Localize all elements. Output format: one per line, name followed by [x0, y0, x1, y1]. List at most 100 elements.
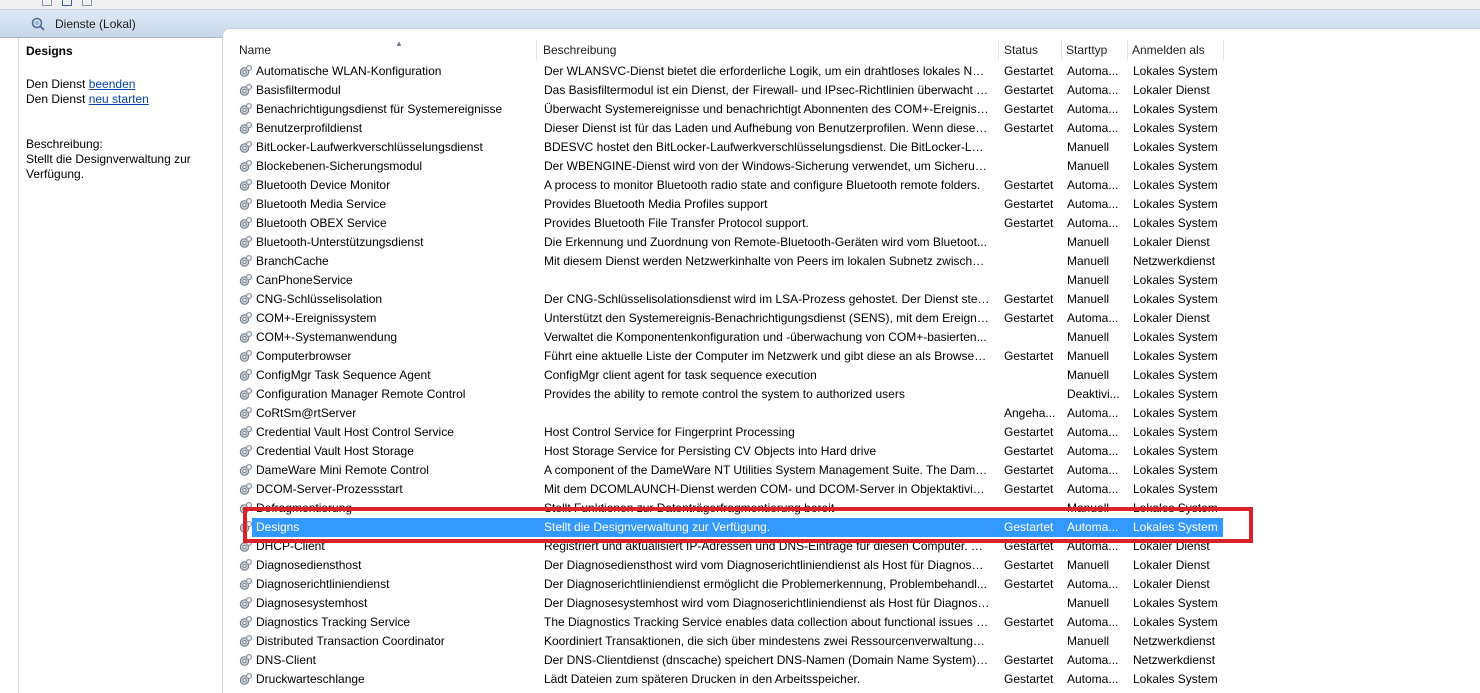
service-startup-type: Automa... — [1067, 102, 1119, 116]
column-header-logon-label: Anmelden als — [1132, 43, 1205, 57]
table-row[interactable]: DHCP-Client Registriert und aktualisiert … — [235, 537, 1480, 556]
service-gear-icon — [239, 502, 252, 514]
column-header-name[interactable]: Name ▲ — [235, 40, 537, 60]
stop-service-line: Den Dienst beenden — [26, 77, 135, 91]
service-name: ConfigMgr Task Sequence Agent — [256, 368, 431, 382]
service-logon: Lokaler Dienst — [1133, 235, 1210, 249]
table-row[interactable]: Credential Vault Host Storage Host Storag… — [235, 442, 1480, 461]
services-table-body: Automatische WLAN-Konfiguration Der WLANS… — [235, 62, 1480, 689]
table-row[interactable]: Distributed Transaction Coordinator Koord… — [235, 632, 1480, 651]
service-startup-type: Manuell — [1067, 254, 1110, 268]
service-name: Configuration Manager Remote Control — [256, 387, 466, 401]
table-row[interactable]: Bluetooth Media Service Provides Bluetoot… — [235, 195, 1480, 214]
table-row[interactable]: Bluetooth Device Monitor A process to mon… — [235, 176, 1480, 195]
table-row[interactable]: Druckwarteschlange Lädt Dateien zum späte… — [235, 670, 1480, 689]
table-row[interactable]: Basisfiltermodul Das Basisfiltermodul ist… — [235, 81, 1480, 100]
sort-ascending-icon: ▲ — [395, 40, 403, 48]
table-row[interactable]: DameWare Mini Remote Control A component … — [235, 461, 1480, 480]
table-row[interactable]: COM+-Ereignissystem Unterstützt den Syste… — [235, 309, 1480, 328]
service-description-cell: Der Diagnoserichtliniendienst ermöglicht… — [544, 577, 987, 591]
column-header-logon[interactable]: Anmelden als — [1128, 40, 1224, 60]
column-header-startup-type[interactable]: Starttyp — [1062, 40, 1128, 60]
service-description-cell: Die Erkennung und Zuordnung von Remote-B… — [544, 235, 987, 249]
service-logon: Lokales System — [1133, 520, 1218, 534]
service-startup-type: Automa... — [1067, 121, 1119, 135]
table-row[interactable]: ConfigMgr Task Sequence Agent ConfigMgr c… — [235, 366, 1480, 385]
table-row[interactable]: Blockebenen-Sicherungsmodul Der WBENGINE-… — [235, 157, 1480, 176]
table-row[interactable]: Bluetooth OBEX Service Provides Bluetooth… — [235, 214, 1480, 233]
services-list-panel: Name ▲ Beschreibung Status Starttyp Anme… — [222, 28, 1480, 693]
service-description-cell: The Diagnostics Tracking Service enables… — [544, 615, 990, 629]
service-logon: Lokaler Dienst — [1133, 83, 1210, 97]
service-description-cell: Der CNG-Schlüsselisolationsdienst wird i… — [544, 292, 990, 306]
service-name: CanPhoneService — [256, 273, 353, 287]
table-row[interactable]: Designs Stellt die Designverwaltung zur V… — [235, 518, 1480, 537]
service-logon: Lokales System — [1133, 444, 1218, 458]
service-logon: Lokales System — [1133, 330, 1218, 344]
extended-details-panel: Designs Den Dienst beenden Den Dienst ne… — [18, 38, 220, 693]
service-gear-icon — [239, 616, 252, 628]
service-name: BitLocker-Laufwerkverschlüsselungsdienst — [256, 140, 483, 154]
service-name: Druckwarteschlange — [256, 672, 365, 686]
table-row[interactable]: BitLocker-Laufwerkverschlüsselungsdienst… — [235, 138, 1480, 157]
table-row[interactable]: Benutzerprofildienst Dieser Dienst ist fü… — [235, 119, 1480, 138]
table-row[interactable]: Benachrichtigungsdienst für Systemereign… — [235, 100, 1480, 119]
services-header-title: Dienste (Lokal) — [55, 17, 136, 31]
toolbar-button-icon[interactable] — [62, 0, 72, 6]
service-startup-type: Automa... — [1067, 520, 1119, 534]
service-name: Diagnostics Tracking Service — [256, 615, 411, 629]
service-name: Bluetooth Media Service — [256, 197, 387, 211]
restart-service-link[interactable]: neu starten — [89, 92, 149, 106]
service-logon: Lokales System — [1133, 197, 1218, 211]
service-startup-type: Automa... — [1067, 482, 1119, 496]
table-row[interactable]: CanPhoneService Manuell Lokales System — [235, 271, 1480, 290]
table-row[interactable]: Diagnosesystemhost Der Diagnosesystemhost… — [235, 594, 1480, 613]
table-row[interactable]: BranchCache Mit diesem Dienst werden Netz… — [235, 252, 1480, 271]
service-startup-type: Automa... — [1067, 444, 1119, 458]
table-row[interactable]: DCOM-Server-Prozessstart Mit dem DCOMLAUN… — [235, 480, 1480, 499]
table-row[interactable]: CoRtSm@rtServer Angeha... Automa... Lokales… — [235, 404, 1480, 423]
table-row[interactable]: CNG-Schlüsselisolation Der CNG-Schlüsseli… — [235, 290, 1480, 309]
toolbar-button-icon[interactable] — [42, 0, 52, 6]
table-row[interactable]: Automatische WLAN-Konfiguration Der WLANS… — [235, 62, 1480, 81]
column-header-description-label: Beschreibung — [543, 43, 617, 57]
table-row[interactable]: Diagnosediensthost Der Diagnosediensthost… — [235, 556, 1480, 575]
table-row[interactable]: Configuration Manager Remote Control Prov… — [235, 385, 1480, 404]
table-row[interactable]: Defragmentierung Stellt Funktionen zur Da… — [235, 499, 1480, 518]
column-header-description[interactable]: Beschreibung — [539, 40, 999, 60]
table-row[interactable]: Bluetooth-Unterstützungsdienst Die Erkenn… — [235, 233, 1480, 252]
service-logon: Netzwerkdienst — [1133, 254, 1216, 268]
service-logon: Lokales System — [1133, 349, 1218, 363]
table-row[interactable]: Diagnostics Tracking Service The Diagnost… — [235, 613, 1480, 632]
service-logon: Lokales System — [1133, 387, 1218, 401]
service-status: Gestartet — [1004, 216, 1054, 230]
service-status: Gestartet — [1004, 83, 1054, 97]
service-gear-icon — [239, 293, 252, 305]
table-row[interactable]: DNS-Client Der DNS-Clientdienst (dnscache… — [235, 651, 1480, 670]
toolbar-button-icon[interactable] — [82, 0, 92, 6]
table-row[interactable]: Diagnoserichtliniendienst Der Diagnoseric… — [235, 575, 1480, 594]
service-status — [1000, 632, 1060, 651]
table-row[interactable]: Credential Vault Host Control Service Hos… — [235, 423, 1480, 442]
column-header-status-label: Status — [1004, 43, 1039, 57]
services-search-icon — [31, 17, 45, 31]
description-text: Stellt die Designverwaltung zur Verfügun… — [26, 152, 191, 181]
service-status: Gestartet — [1004, 64, 1054, 78]
stop-service-link[interactable]: beenden — [89, 77, 136, 91]
service-status — [1000, 499, 1060, 518]
service-startup-type: Manuell — [1067, 634, 1110, 648]
service-description-cell: Der WLANSVC-Dienst bietet die erforderli… — [544, 64, 990, 78]
service-startup-type: Manuell — [1067, 596, 1110, 610]
table-row[interactable]: COM+-Systemanwendung Verwaltet die Kompon… — [235, 328, 1480, 347]
service-status: Gestartet — [1004, 425, 1054, 439]
service-description-cell: Provides Bluetooth Media Profiles suppor… — [544, 197, 768, 211]
service-description-cell: Registriert und aktualisiert IP-Adressen… — [544, 539, 990, 553]
column-header-status[interactable]: Status — [1000, 40, 1062, 60]
service-name: Blockebenen-Sicherungsmodul — [256, 159, 423, 173]
service-startup-type: Automa... — [1067, 425, 1119, 439]
service-startup-type: Manuell — [1067, 501, 1110, 515]
service-description-cell: Provides Bluetooth File Transfer Protoco… — [544, 216, 809, 230]
service-name: DameWare Mini Remote Control — [256, 463, 429, 477]
service-description-cell: Host Storage Service for Persisting CV O… — [544, 444, 877, 458]
table-row[interactable]: Computerbrowser Führt eine aktuelle Liste… — [235, 347, 1480, 366]
